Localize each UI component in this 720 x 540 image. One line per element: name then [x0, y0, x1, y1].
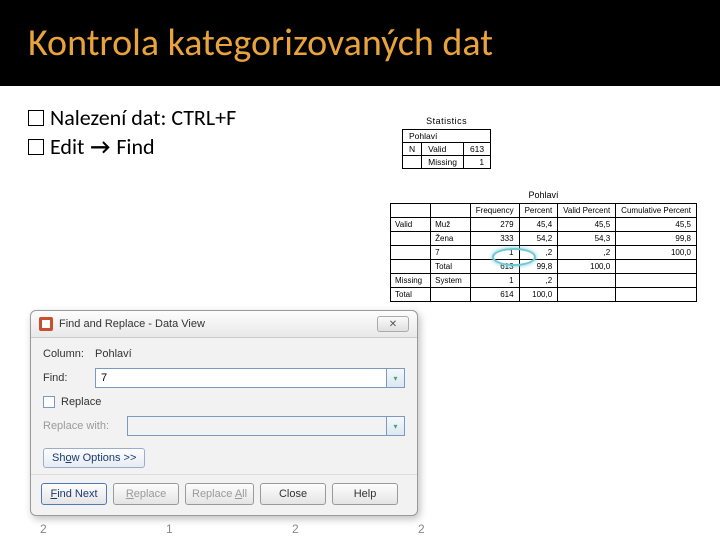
- replace-with-input: [127, 416, 387, 436]
- background-numbers: 2 1 2 2: [40, 522, 483, 536]
- replace-with-row: Replace with: ▾: [43, 416, 405, 436]
- bullet-1-text: Nalezení dat: CTRL+F: [50, 104, 236, 131]
- app-icon: [39, 317, 53, 331]
- table-row: 71,2,2100,0: [391, 246, 697, 260]
- highlight-ellipse-icon: [492, 248, 536, 266]
- table-row: Total614100,0: [391, 288, 697, 302]
- table-row: N Valid 613: [403, 143, 491, 156]
- column-label: Column:: [43, 348, 89, 360]
- table-row: Žena33354,254,399,8: [391, 232, 697, 246]
- find-input[interactable]: [95, 368, 387, 388]
- find-next-button[interactable]: Find Next: [41, 483, 107, 505]
- frequency-table: Frequency Percent Valid Percent Cumulati…: [390, 203, 697, 302]
- chevron-down-icon[interactable]: ▾: [387, 368, 405, 388]
- slide-title: Kontrola kategorizovaných dat: [28, 20, 493, 66]
- bullet-1: Nalezení dat: CTRL+F: [28, 104, 692, 131]
- dialog-titlebar[interactable]: Find and Replace - Data View ✕: [31, 311, 417, 338]
- dialog-button-row: Find Next Replace Replace All Close Help: [31, 474, 417, 515]
- help-button[interactable]: Help: [332, 483, 398, 505]
- dialog-title: Find and Replace - Data View: [59, 318, 377, 330]
- bullet-square-icon: [28, 139, 44, 155]
- show-options-row: Show Options >>: [43, 444, 405, 468]
- replace-checkbox[interactable]: [43, 396, 55, 408]
- frequency-heading: Pohlaví: [390, 190, 697, 200]
- slide-title-bar: Kontrola kategorizovaných dat: [0, 0, 720, 86]
- column-value: Pohlaví: [95, 348, 132, 360]
- table-row: MissingSystem1,2: [391, 274, 697, 288]
- statistics-var: Pohlaví: [403, 130, 491, 143]
- column-row: Column: Pohlaví: [43, 348, 405, 360]
- close-icon[interactable]: ✕: [377, 316, 409, 332]
- bullet-2-find: Find: [116, 133, 154, 160]
- frequency-table-block: Pohlaví Frequency Percent Valid Percent …: [390, 190, 697, 302]
- statistics-heading: Statistics: [402, 116, 491, 126]
- dialog-body: Column: Pohlaví Find: ▾ Replace Replace …: [31, 338, 417, 474]
- find-label: Find:: [43, 372, 89, 384]
- replace-with-label: Replace with:: [43, 420, 121, 432]
- table-header-row: Frequency Percent Valid Percent Cumulati…: [391, 204, 697, 218]
- arrow-icon: →: [90, 133, 110, 160]
- table-row: Missing 1: [403, 156, 491, 169]
- replace-checkbox-label: Replace: [61, 396, 101, 408]
- replace-checkbox-row: Replace: [43, 396, 405, 408]
- bullet-2: Edit → Find: [28, 133, 692, 160]
- table-row: Total61399,8100,0: [391, 260, 697, 274]
- statistics-table: Pohlaví N Valid 613 Missing 1: [402, 129, 491, 169]
- chevron-down-icon: ▾: [387, 416, 405, 436]
- find-row: Find: ▾: [43, 368, 405, 388]
- replace-button: Replace: [113, 483, 179, 505]
- close-button[interactable]: Close: [260, 483, 326, 505]
- statistics-table-block: Statistics Pohlaví N Valid 613 Missing 1: [402, 116, 491, 169]
- bullet-2-edit: Edit: [50, 133, 84, 160]
- bullet-square-icon: [28, 110, 44, 126]
- replace-all-button: Replace All: [185, 483, 254, 505]
- slide-content: Nalezení dat: CTRL+F Edit → Find: [0, 86, 720, 180]
- find-replace-dialog: Find and Replace - Data View ✕ Column: P…: [30, 310, 418, 516]
- table-row: ValidMuž27945,445,545,5: [391, 218, 697, 232]
- show-options-button[interactable]: Show Options >>: [43, 448, 145, 468]
- bullet-list: Nalezení dat: CTRL+F Edit → Find: [28, 104, 692, 160]
